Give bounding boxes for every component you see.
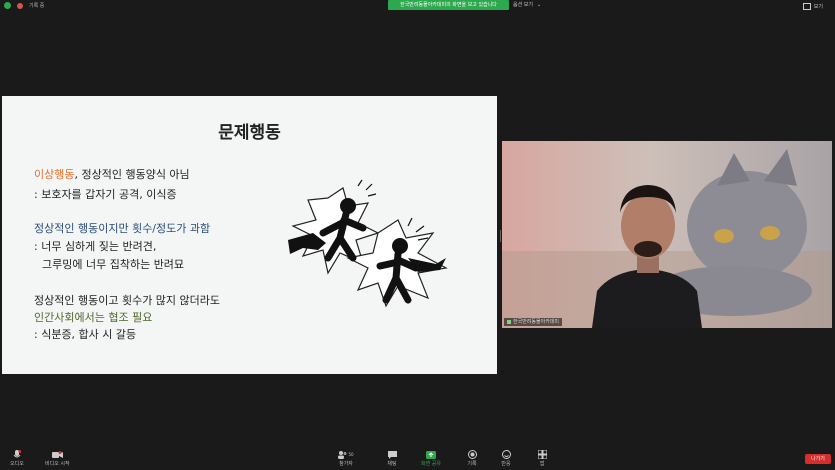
chat-button[interactable]: 채팅 xyxy=(386,449,398,467)
view-options-button[interactable]: 옵션 보기 ⌄ xyxy=(513,1,542,9)
microphone-icon xyxy=(11,449,23,460)
slide-line-8: : 식분증, 합사 시 갈등 xyxy=(34,328,137,341)
participant-video[interactable]: 한국반려동물아카데미 xyxy=(502,141,832,328)
slide-line-6: 정상적인 행동이고 횟수가 많지 않더라도 xyxy=(34,294,221,307)
top-bar: 기록 중 한국반려동물아카데미의 화면을 보고 있습니다 옵션 보기 ⌄ 보기 xyxy=(0,0,835,14)
share-banner: 한국반려동물아카데미의 화면을 보고 있습니다 xyxy=(388,0,509,10)
shield-icon[interactable] xyxy=(4,2,11,9)
slide-line-3: 정상적인 행동이지만 횟수/정도가 과함 xyxy=(34,222,211,235)
participants-count: 50 xyxy=(348,452,354,457)
grid-icon xyxy=(802,3,811,10)
apps-icon xyxy=(536,449,548,460)
participants-button[interactable]: 50 참가자 xyxy=(335,449,357,467)
video-background xyxy=(502,141,832,328)
record-button[interactable]: 기록 xyxy=(466,449,478,467)
shared-slide: 문제행동 이상행동, 정상적인 행동양식 아님 : 보호자를 갑자기 공격, 이… xyxy=(2,96,497,374)
leave-button[interactable]: 나가기 xyxy=(805,454,831,464)
apps-button[interactable]: 앱 xyxy=(536,449,548,467)
reactions-button[interactable]: 반응 xyxy=(500,449,512,467)
slide-line-7: 인간사회에서는 협조 필요 xyxy=(34,311,153,324)
top-left-group: 기록 중 xyxy=(4,2,44,9)
participant-name-tag: 한국반려동물아카데미 xyxy=(504,318,563,326)
video-start-button[interactable]: 비디오 시작 xyxy=(45,449,70,467)
slide-title: 문제행동 xyxy=(218,123,281,143)
camera-off-icon xyxy=(51,449,63,460)
slide-line-1: 이상행동, 정상적인 행동양식 아님 xyxy=(34,168,190,181)
meeting-toolbar: 오디오 비디오 시작 50 참가자 채팅 화면 공유 기록 반응 앱 나가기 xyxy=(0,444,835,470)
signal-icon xyxy=(507,320,511,324)
slide-line-4: : 너무 심하게 짖는 반려견, xyxy=(34,240,157,253)
share-screen-button[interactable]: 화면 공유 xyxy=(421,449,441,467)
recording-label: 기록 중 xyxy=(29,3,45,9)
slide-line-5: 그루밍에 너무 집착하는 반려묘 xyxy=(42,258,185,271)
view-button[interactable]: 보기 xyxy=(802,3,823,10)
participants-icon: 50 xyxy=(335,449,357,460)
slide-line-2: : 보호자를 갑자기 공격, 이식증 xyxy=(34,188,177,201)
record-icon xyxy=(466,449,478,460)
smiley-icon xyxy=(500,449,512,460)
audio-button[interactable]: 오디오 xyxy=(10,449,24,467)
share-screen-icon xyxy=(425,449,437,460)
chat-icon xyxy=(386,449,398,460)
record-icon[interactable] xyxy=(17,2,23,9)
dog-attack-illustration xyxy=(288,179,448,308)
chevron-down-icon: ⌄ xyxy=(537,1,542,8)
